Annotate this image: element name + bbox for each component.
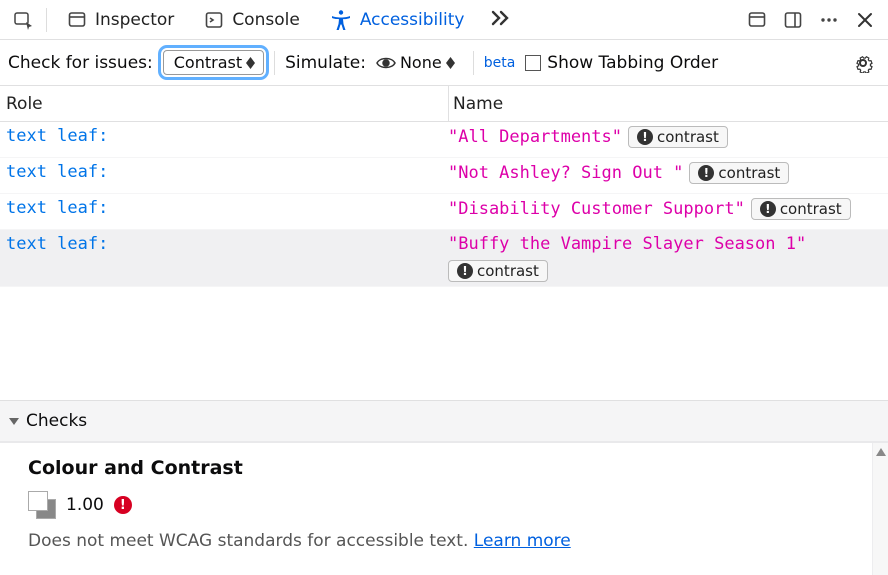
- contrast-badge[interactable]: !contrast: [448, 260, 548, 282]
- column-name[interactable]: Name: [448, 86, 888, 121]
- simulate-label: Simulate:: [285, 53, 366, 73]
- checks-panel: Checks Colour and Contrast 1.00 ! Does n…: [0, 400, 888, 575]
- divider: [46, 8, 47, 32]
- check-issues-label: Check for issues:: [8, 53, 153, 73]
- contrast-ratio-row: 1.00 !: [28, 491, 860, 519]
- learn-more-link[interactable]: Learn more: [474, 531, 571, 551]
- tab-accessibility[interactable]: Accessibility: [316, 0, 479, 40]
- checkbox-icon: [525, 55, 541, 71]
- settings-gear-button[interactable]: [846, 46, 880, 80]
- result-row[interactable]: text leaf:"Buffy the Vampire Slayer Seas…: [0, 230, 888, 287]
- divider: [274, 51, 275, 75]
- row-name: "Not Ashley? Sign Out "!contrast: [448, 162, 888, 184]
- warning-icon: !: [457, 263, 473, 279]
- check-issues-select[interactable]: Contrast: [163, 50, 264, 75]
- select-arrows-icon: [446, 57, 455, 69]
- row-name-text: "Buffy the Vampire Slayer Season 1": [448, 234, 806, 254]
- simulate-select[interactable]: None: [376, 51, 463, 74]
- row-role: text leaf:: [0, 162, 448, 182]
- row-name-text: "Not Ashley? Sign Out ": [448, 163, 683, 183]
- divider: [473, 51, 474, 75]
- result-row[interactable]: text leaf:"Disability Customer Support"!…: [0, 194, 888, 230]
- check-issues-value: Contrast: [174, 53, 242, 72]
- results-header: Role Name: [0, 86, 888, 122]
- tab-console[interactable]: Console: [190, 0, 314, 40]
- simulate-value: None: [400, 53, 442, 72]
- result-row[interactable]: text leaf:"Not Ashley? Sign Out "!contra…: [0, 158, 888, 194]
- row-name-text: "All Departments": [448, 127, 622, 147]
- badge-label: contrast: [718, 164, 780, 182]
- checks-header[interactable]: Checks: [0, 401, 888, 443]
- row-name: "Disability Customer Support"!contrast: [448, 198, 888, 220]
- checks-header-label: Checks: [26, 411, 87, 431]
- scrollbar[interactable]: [872, 443, 888, 575]
- close-devtools-button[interactable]: [848, 3, 882, 37]
- checks-section-title: Colour and Contrast: [28, 457, 860, 479]
- contrast-ratio-value: 1.00: [66, 495, 104, 515]
- pick-element-button[interactable]: [6, 3, 40, 37]
- contrast-badge[interactable]: !contrast: [751, 198, 851, 220]
- row-name: "All Departments"!contrast: [448, 126, 888, 148]
- row-name: "Buffy the Vampire Slayer Season 1"!cont…: [448, 234, 888, 282]
- badge-label: contrast: [657, 128, 719, 146]
- select-arrows-icon: [246, 57, 255, 69]
- badge-label: contrast: [477, 262, 539, 280]
- color-swatch: [28, 491, 56, 519]
- row-role: text leaf:: [0, 234, 448, 254]
- warning-icon: !: [698, 165, 714, 181]
- checks-message: Does not meet WCAG standards for accessi…: [28, 531, 860, 551]
- dock-side-button[interactable]: [776, 3, 810, 37]
- show-tabbing-order-label: Show Tabbing Order: [547, 53, 718, 73]
- warning-icon: !: [637, 129, 653, 145]
- kebab-menu-button[interactable]: [812, 3, 846, 37]
- accessibility-toolbar: Check for issues: Contrast Simulate: Non…: [0, 40, 888, 86]
- beta-badge: beta: [484, 55, 516, 71]
- tab-inspector-label: Inspector: [95, 10, 174, 30]
- warning-icon: !: [760, 201, 776, 217]
- column-role[interactable]: Role: [0, 94, 448, 114]
- overflow-tabs-button[interactable]: [480, 3, 520, 37]
- scroll-up-icon: [874, 445, 888, 459]
- badge-label: contrast: [780, 200, 842, 218]
- devtools-tabstrip: Inspector Console Accessibility: [0, 0, 888, 40]
- show-tabbing-order-toggle[interactable]: Show Tabbing Order: [525, 53, 718, 73]
- responsive-design-button[interactable]: [740, 3, 774, 37]
- checks-body: Colour and Contrast 1.00 ! Does not meet…: [0, 443, 888, 575]
- results-body: text leaf:"All Departments"!contrasttext…: [0, 122, 888, 287]
- error-icon: !: [114, 496, 132, 514]
- tab-inspector[interactable]: Inspector: [53, 0, 188, 40]
- tab-accessibility-label: Accessibility: [360, 10, 465, 30]
- disclosure-triangle-icon: [8, 415, 20, 427]
- result-row[interactable]: text leaf:"All Departments"!contrast: [0, 122, 888, 158]
- row-role: text leaf:: [0, 126, 448, 146]
- tab-console-label: Console: [232, 10, 300, 30]
- row-name-text: "Disability Customer Support": [448, 199, 745, 219]
- eye-icon: [376, 55, 396, 71]
- contrast-badge[interactable]: !contrast: [689, 162, 789, 184]
- contrast-badge[interactable]: !contrast: [628, 126, 728, 148]
- row-role: text leaf:: [0, 198, 448, 218]
